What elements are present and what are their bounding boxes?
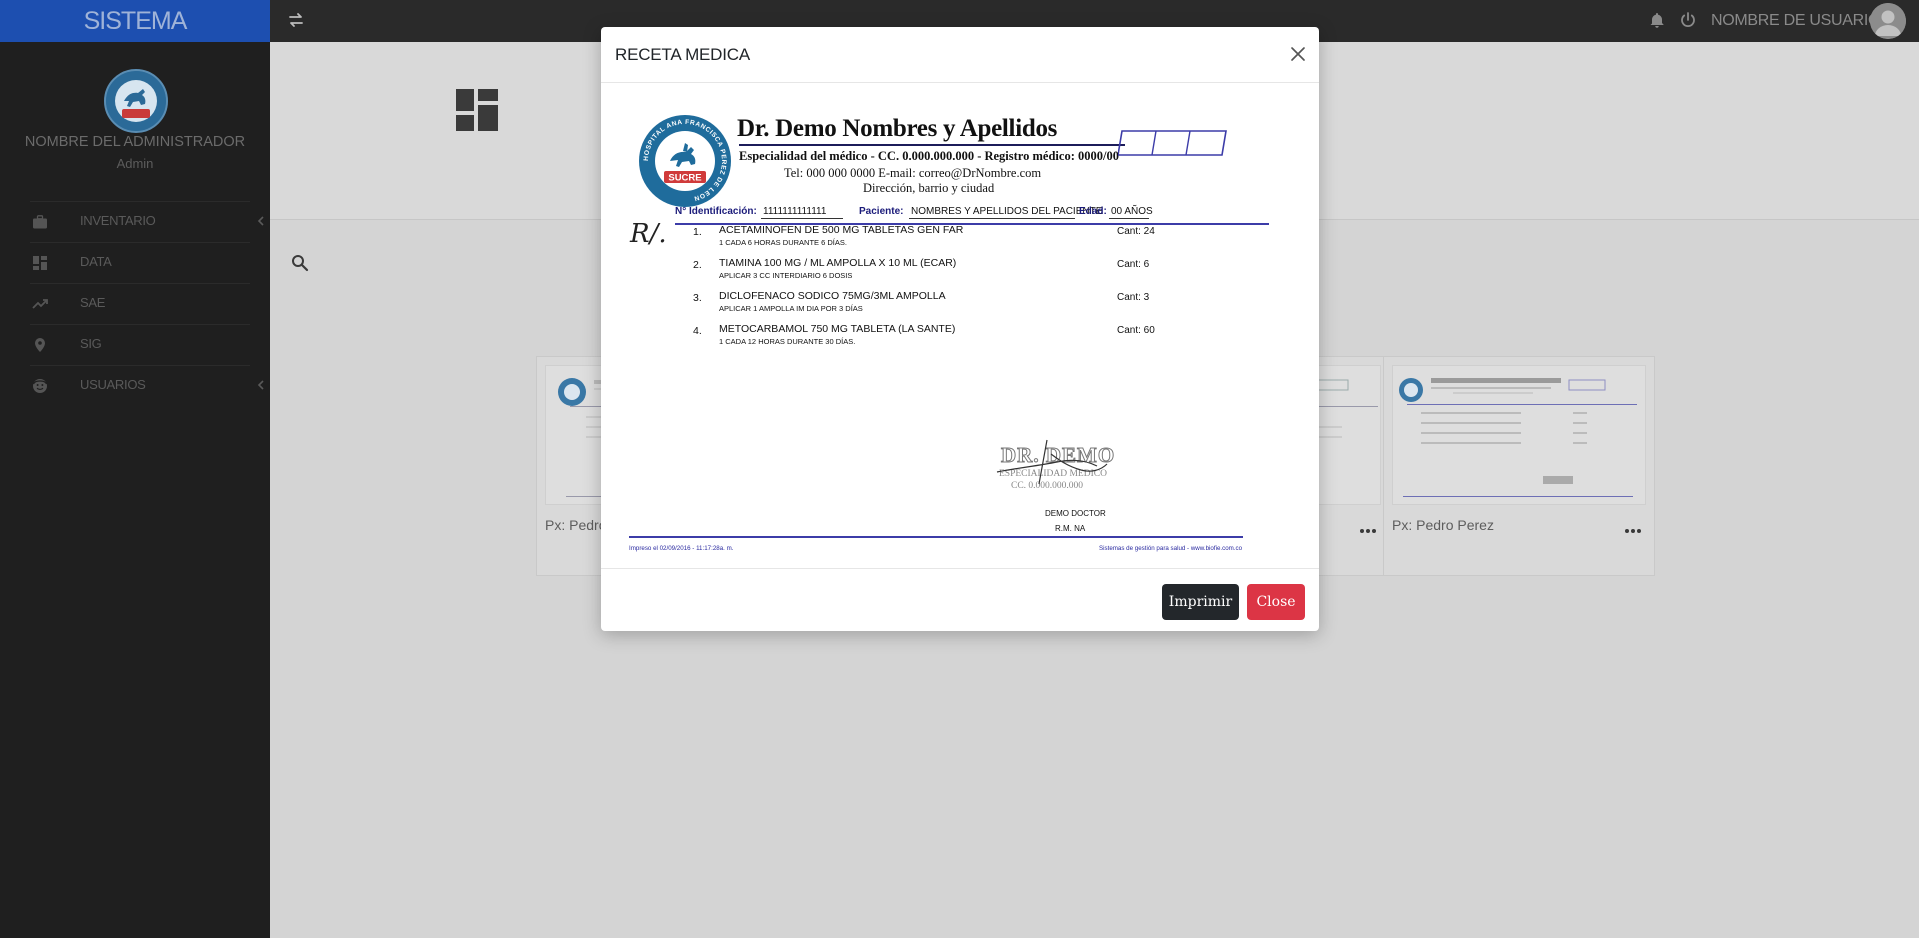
prescription-modal: RECETA MEDICA HOSPITAL ANA FRANCISCA PER… <box>601 27 1319 631</box>
signer-name: DEMO DOCTOR <box>1045 509 1106 518</box>
stamp-id: CC. 0.000.000.000 <box>1011 481 1083 491</box>
modal-footer: Imprimir Close <box>601 568 1319 631</box>
drug-dosage: APLICAR 1 AMPOLLA IM DIA POR 3 DÍAS <box>719 304 863 313</box>
drug-dosage: 1 CADA 6 HORAS DURANTE 6 DÍAS. <box>719 238 847 247</box>
print-button[interactable]: Imprimir <box>1162 584 1239 620</box>
drug-quantity: Cant: 24 <box>1117 226 1155 237</box>
drug-name: TIAMINA 100 MG / ML AMPOLLA X 10 ML (ECA… <box>719 257 957 269</box>
doctor-specialty: Especialidad del médico - CC. 0.000.000.… <box>739 149 1119 163</box>
drug-name: ACETAMINOFEN DE 500 MG TABLETAS GEN FAR <box>719 224 964 236</box>
prescription-document: HOSPITAL ANA FRANCISCA PEREZ DE LEON SUC… <box>627 104 1295 552</box>
printed-timestamp: Impreso el 02/09/2016 - 11:17:28a. m. <box>629 545 734 552</box>
close-icon[interactable] <box>1288 44 1308 64</box>
registration-boxes <box>1117 129 1228 157</box>
patient-underline <box>909 218 1075 219</box>
patient-value: NOMBRES Y APELLIDOS DEL PACIENTE <box>911 206 1103 217</box>
drug-dosage: APLICAR 3 CC INTERDIARIO 6 DOSIS <box>719 271 853 280</box>
patient-label: Paciente: <box>859 206 904 217</box>
close-button[interactable]: Close <box>1247 584 1305 620</box>
drug-name: DICLOFENACO SODICO 75MG/3ML AMPOLLA <box>719 290 946 302</box>
doctor-stamp-signature: DR. DEMO ESPECIALIDAD MEDICO CC. 0.000.0… <box>987 434 1137 514</box>
modal-body: HOSPITAL ANA FRANCISCA PEREZ DE LEON SUC… <box>601 84 1319 568</box>
id-value: 1111111111111 <box>763 206 827 217</box>
age-value: 00 AÑOS <box>1111 206 1153 217</box>
hospital-seal-logo: HOSPITAL ANA FRANCISCA PEREZ DE LEON SUC… <box>637 113 733 209</box>
stamp-name: DR. DEMO <box>1001 443 1115 467</box>
drug-dosage: 1 CADA 12 HORAS DURANTE 30 DÍAS. <box>719 337 856 346</box>
stamp-specialty: ESPECIALIDAD MEDICO <box>999 469 1107 479</box>
drug-quantity: Cant: 60 <box>1117 325 1155 336</box>
rx-symbol: R/. <box>630 219 667 249</box>
item-number: 2. <box>693 259 702 271</box>
age-underline <box>1109 218 1149 219</box>
seal-text: SUCRE <box>668 173 701 184</box>
drug-name: METOCARBAMOL 750 MG TABLETA (LA SANTE) <box>719 323 956 335</box>
modal-title: RECETA MEDICA <box>615 45 750 64</box>
doctor-name: Dr. Demo Nombres y Apellidos <box>737 115 1058 142</box>
footer-rule <box>629 536 1243 538</box>
header-rule <box>739 144 1125 146</box>
age-label: Edad: <box>1079 206 1107 217</box>
item-number: 3. <box>693 292 702 304</box>
item-number: 1. <box>693 226 702 238</box>
id-underline <box>761 218 843 219</box>
doctor-contact: Tel: 000 000 0000 E-mail: correo@DrNombr… <box>784 166 1042 180</box>
item-number: 4. <box>693 325 702 337</box>
signer-rm: R.M. NA <box>1055 524 1086 533</box>
drug-quantity: Cant: 6 <box>1117 259 1150 270</box>
drug-quantity: Cant: 3 <box>1117 292 1150 303</box>
system-credit: Sistemas de gestión para salud - www.bio… <box>1099 545 1243 552</box>
modal-header: RECETA MEDICA <box>601 27 1319 83</box>
id-label: N° Identificación: <box>675 206 757 217</box>
doctor-address: Dirección, barrio y ciudad <box>863 181 995 195</box>
